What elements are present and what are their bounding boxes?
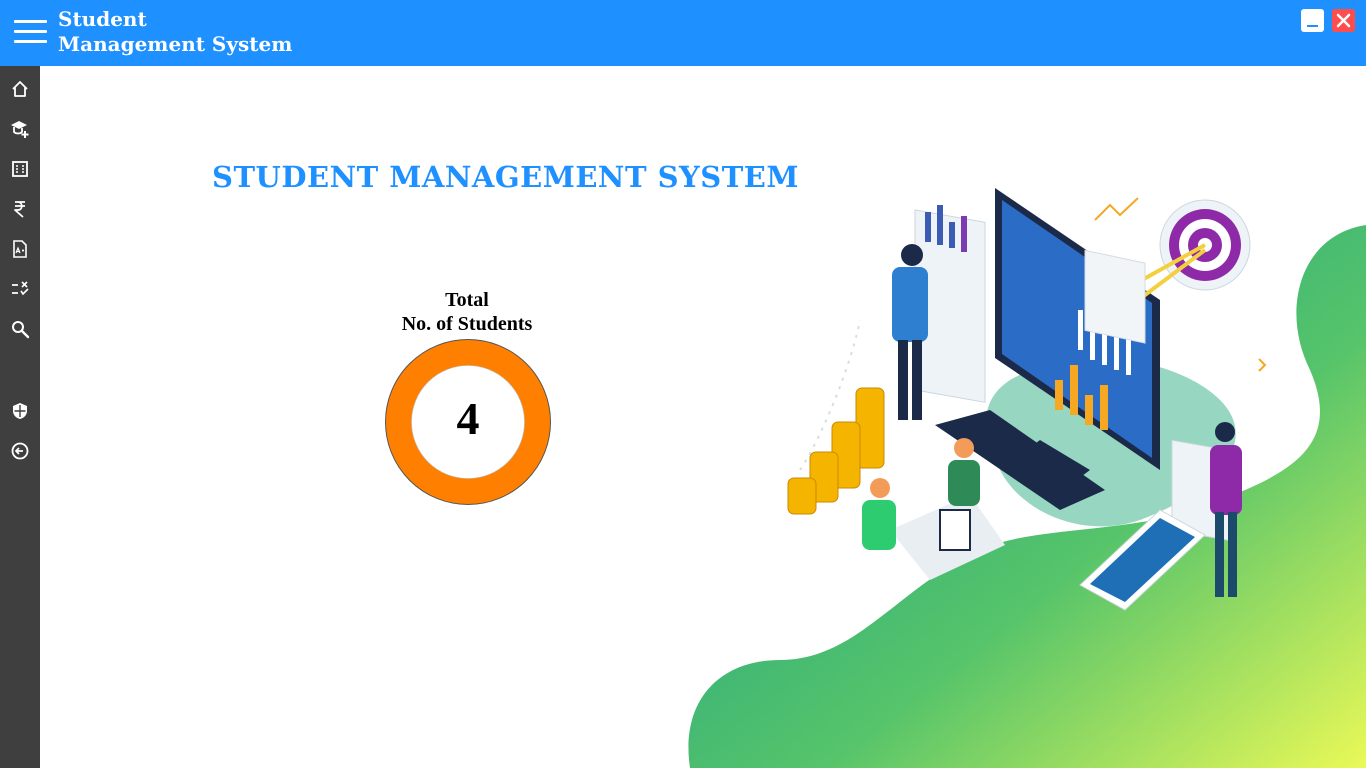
sidebar [0,66,40,768]
logout-icon [11,442,29,460]
sidebar-item-add-student[interactable] [10,119,34,143]
total-students-label: Total No. of Students [367,288,567,336]
report-card-icon [13,240,27,258]
shield-icon [13,403,27,419]
add-student-icon [11,121,29,138]
dashboard-illustration [688,188,1366,768]
sidebar-item-attendance[interactable] [10,279,34,303]
sidebar-item-fees[interactable] [10,199,34,223]
rupee-icon [14,201,25,218]
app-title-line2: Management System [58,32,293,56]
building-icon [12,161,28,177]
stat-label-line2: No. of Students [401,313,533,335]
attendance-icon [12,281,29,296]
sidebar-item-security[interactable] [10,401,34,425]
close-icon [1336,13,1351,28]
sidebar-item-report-card[interactable] [10,239,34,263]
sidebar-item-logout[interactable] [10,441,34,465]
home-icon [12,81,28,97]
close-button[interactable] [1332,9,1355,32]
title-bar: Student Management System [0,0,1366,66]
stat-label-line1: Total [445,289,489,311]
sidebar-item-building[interactable] [10,159,34,183]
sidebar-item-search[interactable] [10,319,34,343]
total-students-value: 4 [456,393,480,444]
sidebar-item-home[interactable] [10,79,34,103]
app-title-line1: Student [58,7,147,31]
app-title: Student Management System [58,7,292,57]
search-icon [12,321,30,339]
hamburger-menu-icon[interactable] [14,20,47,44]
minimize-button[interactable] [1301,9,1324,32]
